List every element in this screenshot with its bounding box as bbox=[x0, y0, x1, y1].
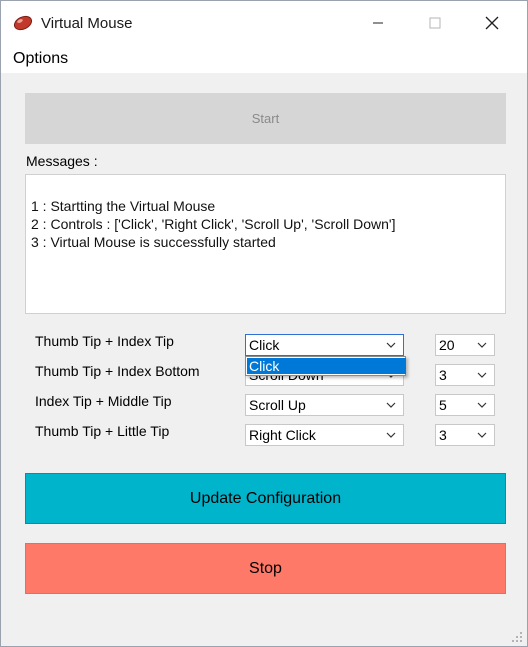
minimize-icon bbox=[373, 22, 383, 24]
value-select-value: 5 bbox=[439, 397, 447, 413]
action-select-thumb-little-tip[interactable]: Right Click bbox=[245, 424, 404, 446]
title-bar[interactable]: Virtual Mouse bbox=[1, 1, 527, 45]
dropdown-option-click[interactable]: Click bbox=[247, 358, 406, 374]
menu-bar: Options bbox=[1, 45, 527, 73]
chevron-down-icon bbox=[477, 372, 487, 378]
mouse-icon bbox=[13, 15, 33, 31]
value-select-value: 3 bbox=[439, 367, 447, 383]
action-dropdown-list: Click bbox=[245, 356, 406, 376]
message-line: 2 : Controls : ['Click', 'Right Click', … bbox=[31, 216, 396, 232]
chevron-down-icon bbox=[386, 342, 396, 348]
gesture-label-thumb-index-tip: Thumb Tip + Index Tip bbox=[35, 333, 174, 349]
virtual-mouse-window: Virtual Mouse Options Start Messages : 1… bbox=[0, 0, 528, 647]
minimize-button[interactable] bbox=[355, 1, 401, 45]
gesture-label-thumb-little-tip: Thumb Tip + Little Tip bbox=[35, 423, 170, 439]
resize-grip-icon[interactable] bbox=[511, 631, 523, 643]
action-select-index-middle-tip[interactable]: Scroll Up bbox=[245, 394, 404, 416]
close-icon bbox=[485, 16, 499, 30]
value-select-thumb-index-tip[interactable]: 20 bbox=[435, 334, 495, 356]
action-select-thumb-index-tip[interactable]: Click bbox=[245, 334, 404, 356]
chevron-down-icon bbox=[477, 402, 487, 408]
value-select-index-middle-tip[interactable]: 5 bbox=[435, 394, 495, 416]
menu-options[interactable]: Options bbox=[13, 50, 68, 68]
gesture-label-thumb-index-bottom: Thumb Tip + Index Bottom bbox=[35, 363, 200, 379]
close-button[interactable] bbox=[469, 1, 515, 45]
value-select-value: 3 bbox=[439, 427, 447, 443]
chevron-down-icon bbox=[477, 432, 487, 438]
value-select-thumb-little-tip[interactable]: 3 bbox=[435, 424, 495, 446]
value-select-thumb-index-bottom[interactable]: 3 bbox=[435, 364, 495, 386]
start-button[interactable]: Start bbox=[25, 93, 506, 144]
chevron-down-icon bbox=[386, 402, 396, 408]
maximize-button[interactable] bbox=[412, 1, 458, 45]
action-select-value: Click bbox=[249, 337, 280, 353]
action-select-value: Scroll Up bbox=[249, 397, 306, 413]
message-line: 1 : Startting the Virtual Mouse bbox=[31, 198, 216, 214]
maximize-icon bbox=[429, 17, 441, 29]
action-select-value: Right Click bbox=[249, 427, 316, 443]
update-configuration-button[interactable]: Update Configuration bbox=[25, 473, 506, 524]
window-title: Virtual Mouse bbox=[41, 15, 133, 32]
messages-box[interactable]: 1 : Startting the Virtual Mouse 2 : Cont… bbox=[25, 174, 506, 314]
chevron-down-icon bbox=[477, 342, 487, 348]
chevron-down-icon bbox=[386, 432, 396, 438]
messages-label: Messages : bbox=[26, 153, 98, 169]
value-select-value: 20 bbox=[439, 337, 455, 353]
gesture-label-index-middle-tip: Index Tip + Middle Tip bbox=[35, 393, 172, 409]
stop-button[interactable]: Stop bbox=[25, 543, 506, 594]
message-line: 3 : Virtual Mouse is successfully starte… bbox=[31, 234, 276, 250]
